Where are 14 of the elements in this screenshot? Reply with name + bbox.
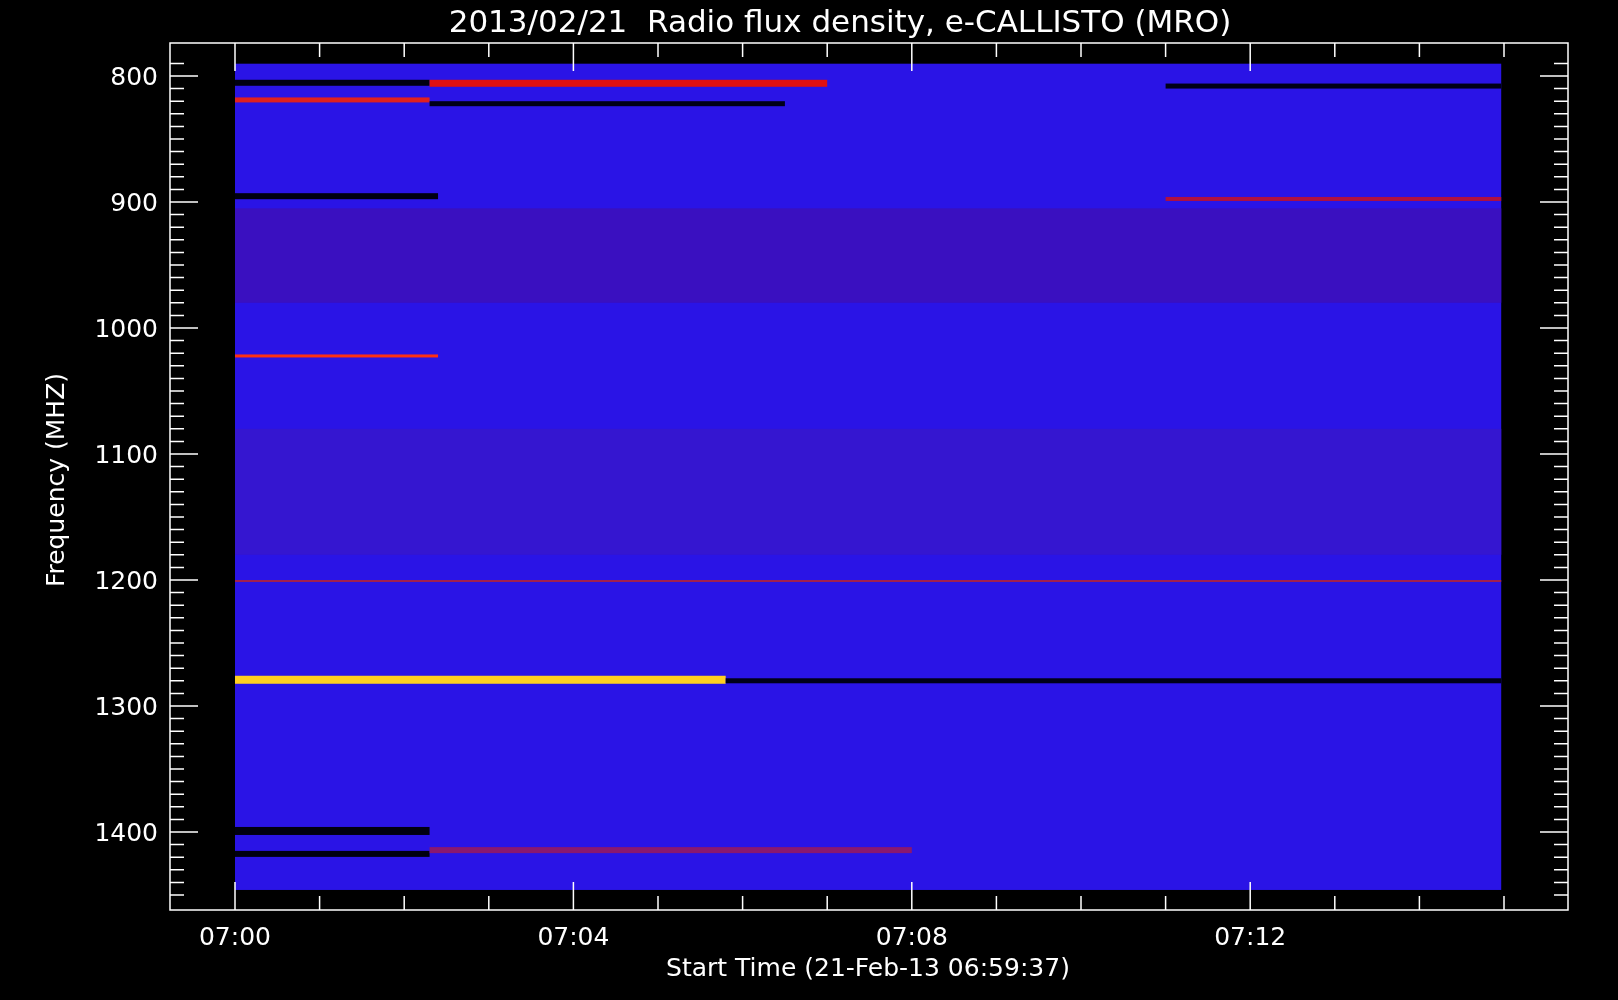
tick-label: 1000 [94,314,158,343]
axis-title: Frequency (MHZ) [41,372,70,588]
tick-label: 900 [110,188,158,217]
tick-label: 1300 [94,692,158,721]
chart-title: 2013/02/21 Radio flux density, e-CALLISTO (MRO) [448,3,1232,39]
axis-title: Start Time (21-Feb-13 06:59:37) [666,953,1070,982]
tick-label: 07:04 [537,922,610,951]
tick-label: 1400 [94,818,158,847]
tick-label: 1200 [94,566,158,595]
tick-label: 800 [110,62,158,91]
tick-label: 07:12 [1214,922,1287,951]
tick-label: 07:00 [199,922,271,951]
tick-label: 1100 [94,440,158,469]
tick-label: 07:08 [875,922,948,951]
